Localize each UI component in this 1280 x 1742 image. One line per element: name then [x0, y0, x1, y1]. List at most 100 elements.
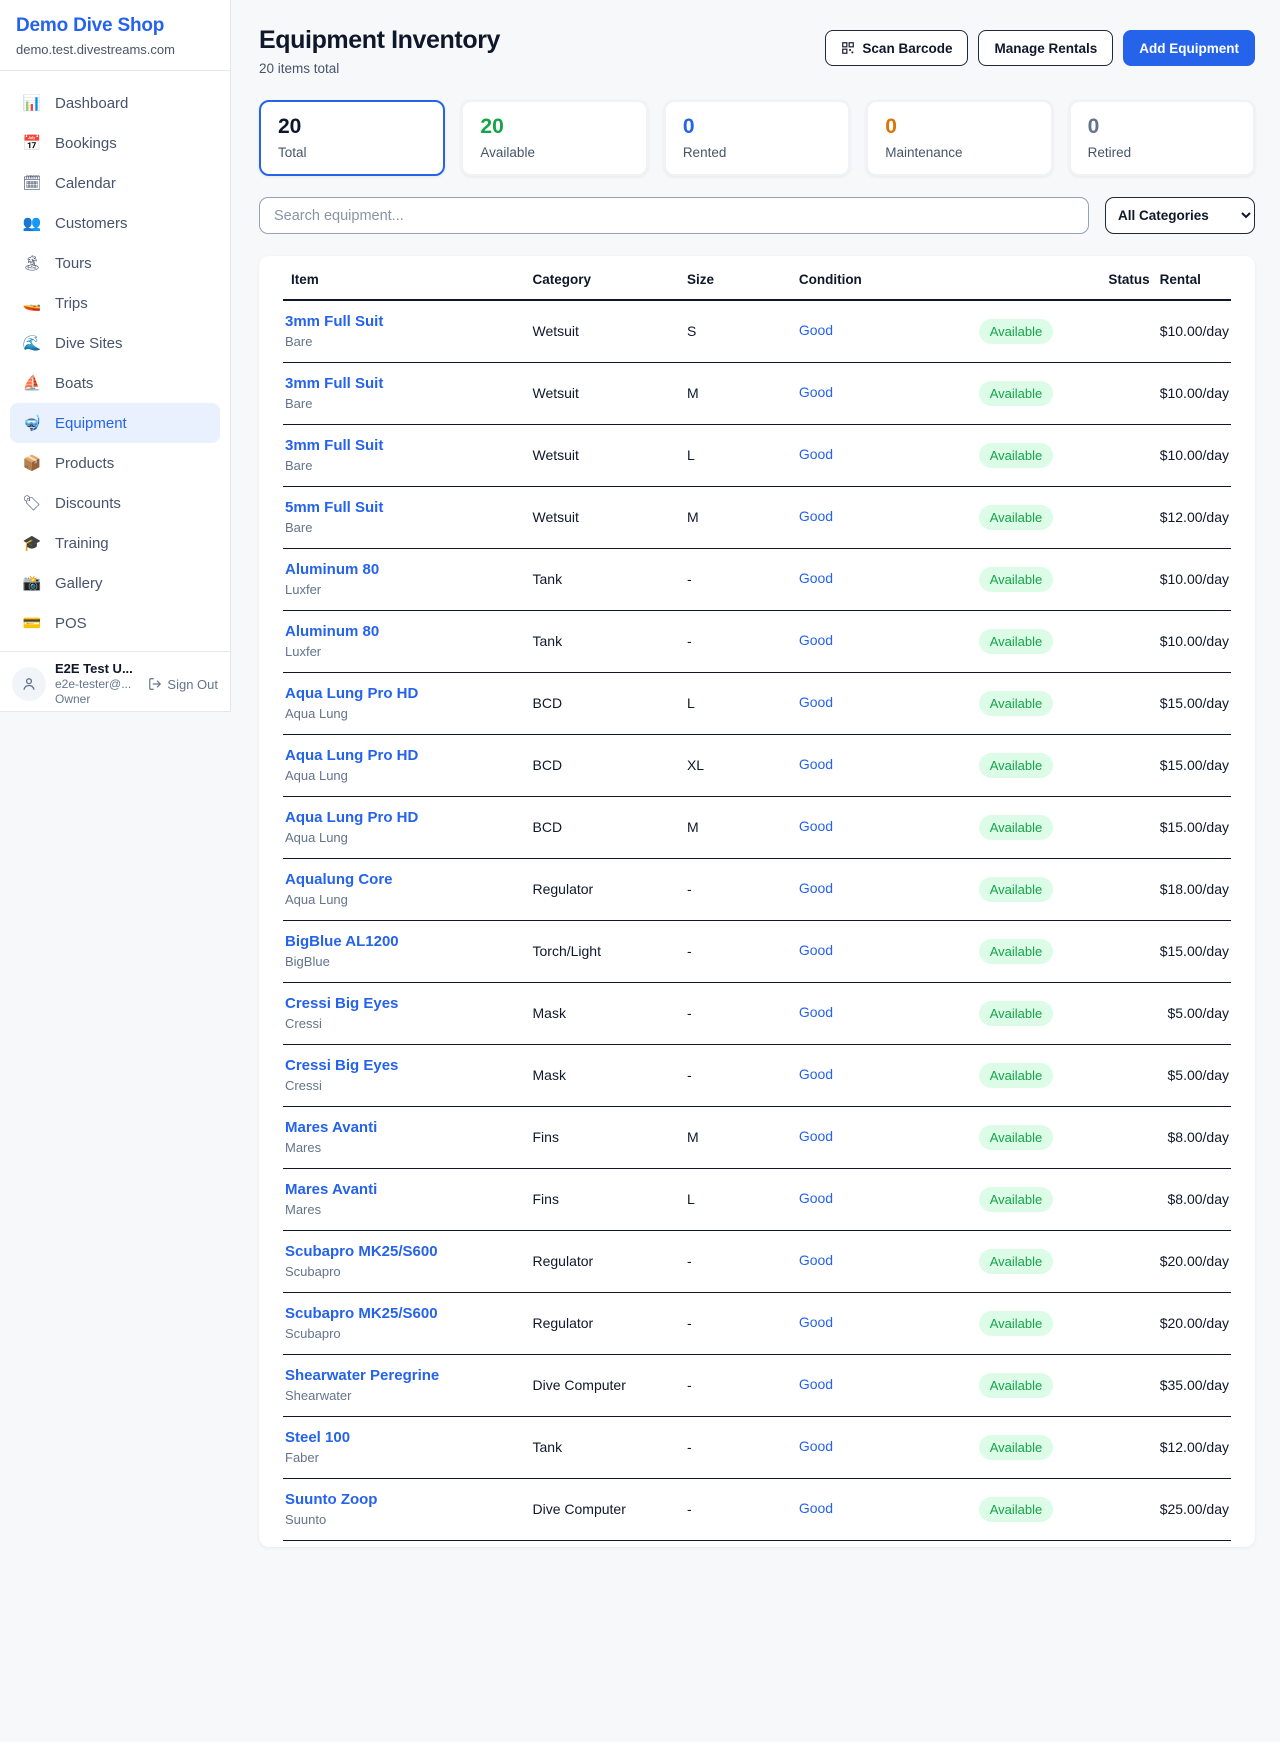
stat-value-retired: 0	[1088, 115, 1236, 139]
boats-icon: ⛵	[22, 374, 42, 392]
column-header: Size	[679, 256, 791, 300]
item-name-link[interactable]: Aqua Lung Pro HD	[285, 747, 517, 764]
item-name-link[interactable]: Cressi Big Eyes	[285, 995, 517, 1012]
item-name-link[interactable]: Aluminum 80	[285, 623, 517, 640]
item-category: Wetsuit	[525, 300, 679, 362]
brand-name[interactable]: Demo Dive Shop	[16, 15, 214, 37]
item-condition-link[interactable]: Good	[799, 818, 833, 834]
item-name-link[interactable]: Aluminum 80	[285, 561, 517, 578]
item-rental: $15.00/day	[1152, 920, 1231, 982]
item-name-link[interactable]: 3mm Full Suit	[285, 375, 517, 392]
item-condition-link[interactable]: Good	[799, 1004, 833, 1020]
item-name-link[interactable]: 5mm Full Suit	[285, 499, 517, 516]
item-brand: Cressi	[285, 1078, 517, 1093]
item-name-link[interactable]: Aqualung Core	[285, 871, 517, 888]
add-equipment-label: Add Equipment	[1139, 41, 1239, 56]
status-badge: Available	[979, 629, 1054, 654]
item-name-link[interactable]: Steel 100	[285, 1429, 517, 1446]
item-condition-link[interactable]: Good	[799, 942, 833, 958]
sidebar-item-dive-sites-label: Dive Sites	[55, 335, 123, 352]
sidebar-item-training-label: Training	[55, 535, 109, 552]
stat-card-available[interactable]: 20 Available	[461, 100, 647, 176]
scan-barcode-button[interactable]: Scan Barcode	[825, 30, 968, 66]
item-condition-link[interactable]: Good	[799, 1128, 833, 1144]
sidebar-item-products[interactable]: 📦 Products	[10, 443, 220, 483]
item-category: Tank	[525, 548, 679, 610]
item-condition-link[interactable]: Good	[799, 1500, 833, 1516]
item-name-link[interactable]: Shearwater Peregrine	[285, 1367, 517, 1384]
sidebar-item-training[interactable]: 🎓 Training	[10, 523, 220, 563]
sidebar-item-calendar[interactable]: 🗓 Calendar	[10, 163, 220, 203]
sidebar-item-calendar-label: Calendar	[55, 175, 116, 192]
sign-out-button[interactable]: Sign Out	[148, 677, 218, 692]
table-row: Cressi Big Eyes Cressi Mask - Good Avail…	[283, 982, 1231, 1044]
item-condition-link[interactable]: Good	[799, 1438, 833, 1454]
item-condition-link[interactable]: Good	[799, 1190, 833, 1206]
item-rental: $10.00/day	[1152, 424, 1231, 486]
item-category: Regulator	[525, 858, 679, 920]
item-condition-link[interactable]: Good	[799, 632, 833, 648]
item-category: Tank	[525, 1416, 679, 1478]
item-name-link[interactable]: Scubapro MK25/S600	[285, 1305, 517, 1322]
sidebar-item-discounts[interactable]: 🏷 Discounts	[10, 483, 220, 523]
item-name-link[interactable]: Cressi Big Eyes	[285, 1057, 517, 1074]
stat-card-retired[interactable]: 0 Retired	[1069, 100, 1255, 176]
gallery-icon: 📸	[22, 574, 42, 592]
item-name-link[interactable]: Mares Avanti	[285, 1119, 517, 1136]
sidebar-item-trips[interactable]: 🚤 Trips	[10, 283, 220, 323]
search-input[interactable]	[259, 197, 1089, 234]
item-condition-link[interactable]: Good	[799, 1376, 833, 1392]
stat-card-total[interactable]: 20 Total	[259, 100, 445, 176]
item-name-link[interactable]: 3mm Full Suit	[285, 437, 517, 454]
item-name-link[interactable]: Suunto Zoop	[285, 1491, 517, 1508]
item-name-link[interactable]: BigBlue AL1200	[285, 933, 517, 950]
item-category: Fins	[525, 1106, 679, 1168]
trips-icon: 🚤	[22, 294, 42, 312]
item-condition-link[interactable]: Good	[799, 322, 833, 338]
item-condition-link[interactable]: Good	[799, 756, 833, 772]
item-condition-link[interactable]: Good	[799, 1066, 833, 1082]
sidebar-item-pos[interactable]: 💳 POS	[10, 603, 220, 643]
sign-out-label: Sign Out	[167, 677, 218, 692]
item-condition-link[interactable]: Good	[799, 384, 833, 400]
sidebar-item-dive-sites[interactable]: 🌊 Dive Sites	[10, 323, 220, 363]
stat-value-available: 20	[480, 115, 628, 139]
item-name-link[interactable]: Aqua Lung Pro HD	[285, 809, 517, 826]
sidebar-item-bookings[interactable]: 📅 Bookings	[10, 123, 220, 163]
item-category: Regulator	[525, 1230, 679, 1292]
equipment-table: ItemCategorySizeConditionStatusRental 3m…	[283, 256, 1231, 1541]
stat-card-maintenance[interactable]: 0 Maintenance	[866, 100, 1052, 176]
sidebar-item-customers[interactable]: 👥 Customers	[10, 203, 220, 243]
status-badge: Available	[979, 1311, 1054, 1336]
item-size: L	[679, 424, 791, 486]
item-size: -	[679, 1416, 791, 1478]
item-size: -	[679, 1230, 791, 1292]
training-icon: 🎓	[22, 534, 42, 552]
item-category: Fins	[525, 1168, 679, 1230]
sidebar-item-tours[interactable]: 🏝 Tours	[10, 243, 220, 283]
add-equipment-button[interactable]: Add Equipment	[1123, 30, 1255, 66]
item-condition-link[interactable]: Good	[799, 880, 833, 896]
item-condition-link[interactable]: Good	[799, 508, 833, 524]
user-panel: E2E Test U... e2e-tester@... Owner Sign …	[0, 651, 230, 716]
status-badge: Available	[979, 505, 1054, 530]
item-condition-link[interactable]: Good	[799, 570, 833, 586]
item-condition-link[interactable]: Good	[799, 446, 833, 462]
sidebar-item-boats[interactable]: ⛵ Boats	[10, 363, 220, 403]
stat-card-rented[interactable]: 0 Rented	[664, 100, 850, 176]
item-name-link[interactable]: 3mm Full Suit	[285, 313, 517, 330]
item-size: M	[679, 362, 791, 424]
sidebar-item-gallery[interactable]: 📸 Gallery	[10, 563, 220, 603]
item-name-link[interactable]: Scubapro MK25/S600	[285, 1243, 517, 1260]
category-select[interactable]: All Categories	[1105, 197, 1255, 234]
sidebar-item-dashboard[interactable]: 📊 Dashboard	[10, 83, 220, 123]
sidebar-item-equipment[interactable]: 🤿 Equipment	[10, 403, 220, 443]
table-row: Suunto Zoop Suunto Dive Computer - Good …	[283, 1478, 1231, 1540]
item-condition-link[interactable]: Good	[799, 1252, 833, 1268]
page-header-text: Equipment Inventory 20 items total	[259, 26, 500, 76]
item-name-link[interactable]: Mares Avanti	[285, 1181, 517, 1198]
manage-rentals-button[interactable]: Manage Rentals	[978, 30, 1113, 66]
item-name-link[interactable]: Aqua Lung Pro HD	[285, 685, 517, 702]
item-condition-link[interactable]: Good	[799, 1314, 833, 1330]
item-condition-link[interactable]: Good	[799, 694, 833, 710]
